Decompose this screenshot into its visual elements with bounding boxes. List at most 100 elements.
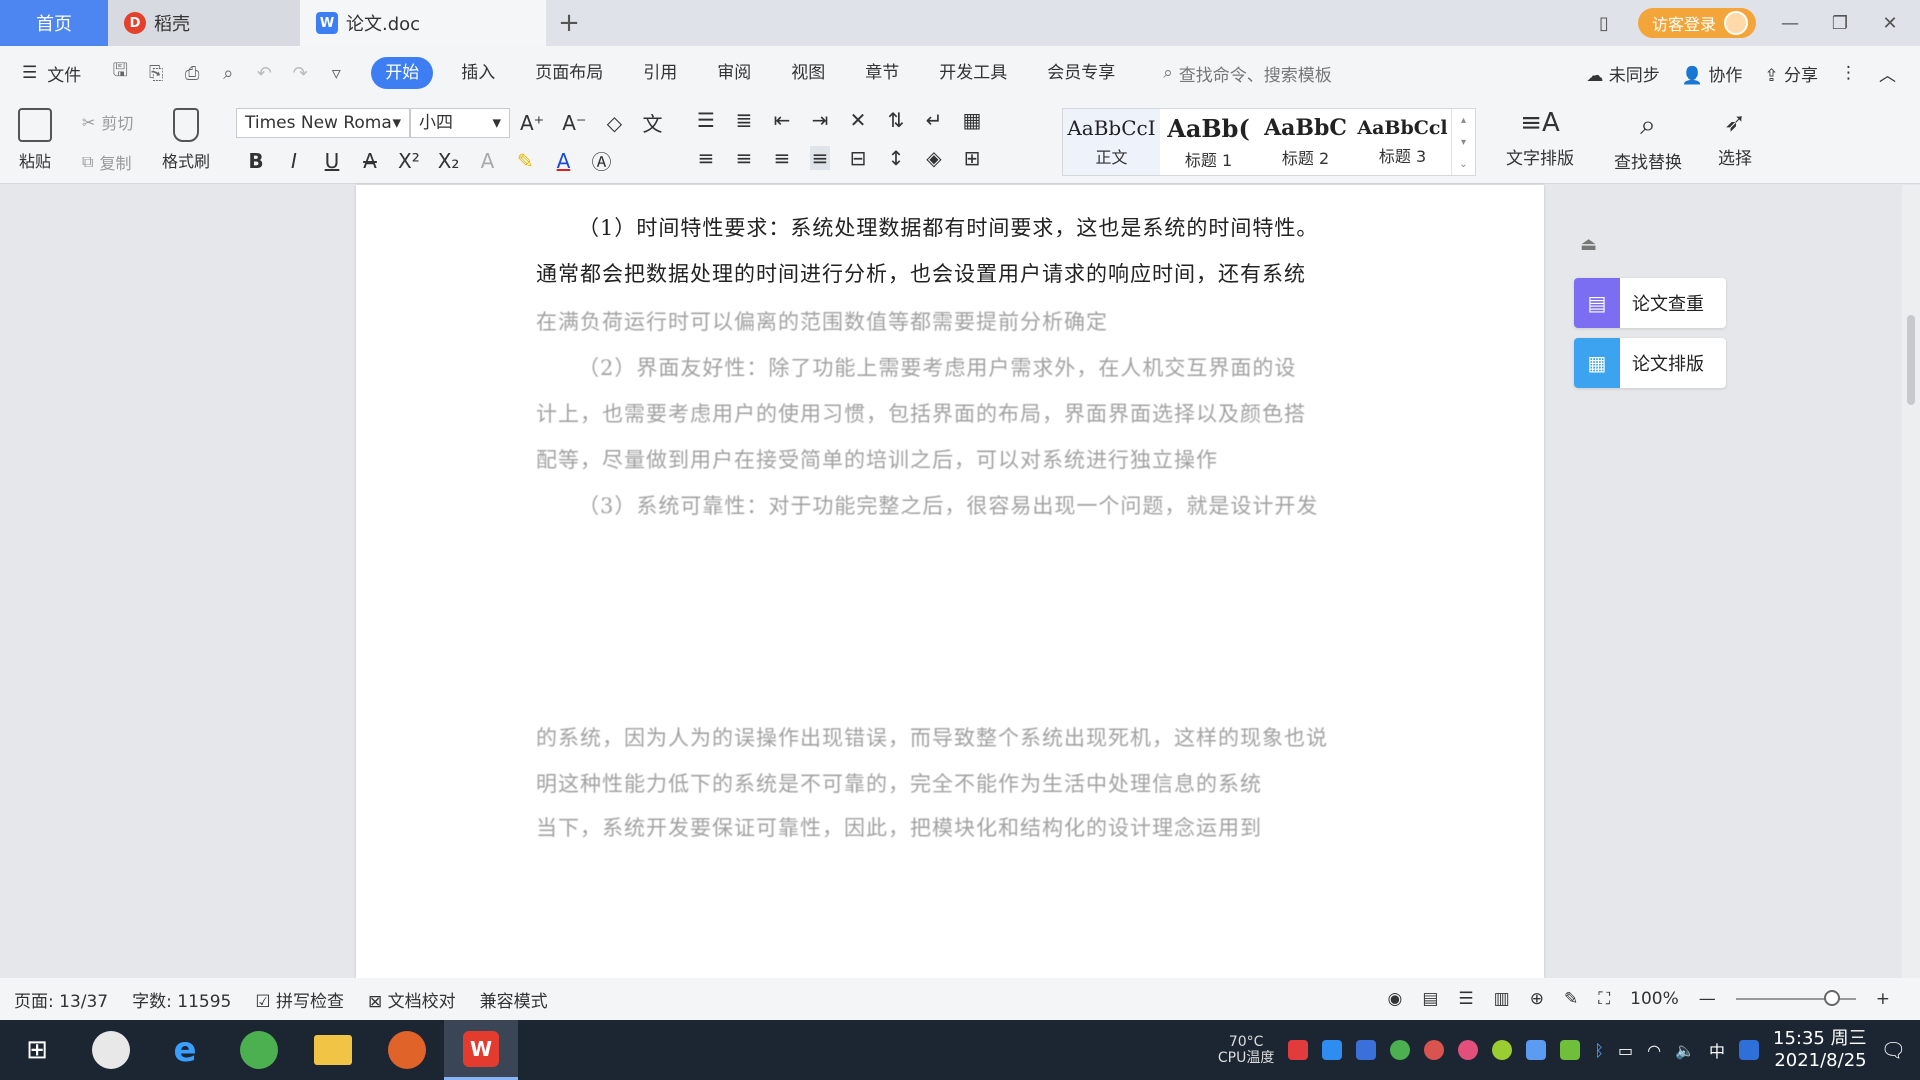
- share-button[interactable]: ⇪ 分享: [1764, 61, 1818, 86]
- close-button[interactable]: ✕: [1874, 13, 1906, 34]
- wifi-icon[interactable]: ◠: [1647, 1041, 1661, 1060]
- clock[interactable]: 15:35 周三 2021/8/25: [1773, 1028, 1867, 1072]
- taskbar-app-ie[interactable]: e: [148, 1020, 222, 1080]
- italic-icon[interactable]: I: [284, 149, 304, 173]
- panel-collapse-icon[interactable]: ⏏: [1580, 234, 1597, 255]
- volume-icon[interactable]: 🔈: [1675, 1041, 1695, 1060]
- sync-button[interactable]: ☁ 未同步: [1586, 61, 1659, 86]
- web-view-icon[interactable]: ⊕: [1530, 989, 1544, 1009]
- strikethrough-icon[interactable]: A: [360, 149, 380, 173]
- clear-format-icon[interactable]: ◇: [605, 111, 625, 135]
- distribute-icon[interactable]: ⊟: [848, 146, 868, 170]
- collaborate-button[interactable]: 👤 协作: [1682, 61, 1743, 86]
- char-border-icon[interactable]: Ⓐ: [591, 146, 611, 175]
- tab-page-layout[interactable]: 页面布局: [515, 57, 623, 89]
- zoom-out-icon[interactable]: —: [1699, 989, 1716, 1009]
- align-left-icon[interactable]: ≡: [696, 146, 716, 170]
- save-icon[interactable]: 🖫: [109, 60, 131, 84]
- start-button[interactable]: ⊞: [0, 1020, 74, 1080]
- tab-insert[interactable]: 插入: [441, 57, 515, 89]
- superscript-icon[interactable]: X²: [398, 149, 420, 173]
- tab-review[interactable]: 审阅: [697, 57, 771, 89]
- numbered-list-icon[interactable]: ≣: [734, 108, 754, 132]
- ime-indicator[interactable]: 中: [1709, 1038, 1725, 1062]
- bullet-list-icon[interactable]: ☰: [696, 108, 716, 132]
- page-indicator[interactable]: 页面: 13/37: [14, 987, 108, 1012]
- tray-app-icon[interactable]: [1492, 1040, 1513, 1060]
- nvidia-icon[interactable]: [1560, 1040, 1581, 1060]
- cpu-temperature[interactable]: 70°C CPU温度: [1218, 1034, 1274, 1066]
- style-normal[interactable]: AaBbCcI 正文: [1063, 109, 1160, 175]
- bold-icon[interactable]: B: [246, 149, 266, 173]
- ime-app-icon[interactable]: [1739, 1040, 1759, 1060]
- shading-icon[interactable]: ◈: [924, 146, 944, 170]
- word-count[interactable]: 字数: 11595: [132, 987, 231, 1012]
- write-mode-icon[interactable]: ✎: [1564, 989, 1578, 1009]
- style-heading-2[interactable]: AaBbC 标题 2: [1257, 109, 1354, 175]
- table-grid-icon[interactable]: ▦: [962, 108, 982, 132]
- redo-icon[interactable]: ↷: [289, 62, 311, 84]
- tray-app-icon[interactable]: [1526, 1040, 1547, 1060]
- align-center-icon[interactable]: ≡: [734, 146, 754, 170]
- highlight-icon[interactable]: ✎: [515, 149, 535, 173]
- font-size-select[interactable]: 小四 ▾: [410, 108, 510, 138]
- find-replace-button[interactable]: ⌕ 查找替换: [1614, 108, 1682, 173]
- paper-check-button[interactable]: ▤ 论文查重: [1574, 278, 1726, 328]
- style-heading-3[interactable]: AaBbCcl 标题 3: [1354, 109, 1451, 175]
- underline-icon[interactable]: U: [322, 149, 342, 173]
- eye-icon[interactable]: ◉: [1388, 989, 1403, 1009]
- new-tab-button[interactable]: +: [546, 0, 592, 46]
- chinese-layout-icon[interactable]: ✕: [848, 108, 868, 132]
- taskbar-app-wps[interactable]: W: [444, 1020, 518, 1080]
- doc-proof-button[interactable]: ⊠ 文档校对: [368, 987, 456, 1012]
- tray-app-icon[interactable]: [1424, 1040, 1445, 1060]
- tray-app-icon[interactable]: [1288, 1040, 1309, 1060]
- customize-chevron-icon[interactable]: ▿: [325, 62, 347, 84]
- tab-start[interactable]: 开始: [371, 57, 434, 89]
- tab-document[interactable]: W 论文.doc: [300, 0, 546, 46]
- paste-button[interactable]: 粘贴: [18, 108, 52, 172]
- vertical-scrollbar[interactable]: [1902, 185, 1920, 978]
- tab-chapter[interactable]: 章节: [845, 57, 919, 89]
- minimize-button[interactable]: —: [1774, 13, 1806, 34]
- phonetic-icon[interactable]: 文: [643, 108, 663, 137]
- font-family-select[interactable]: Times New Roma ▾: [236, 108, 410, 138]
- line-spacing-icon[interactable]: ↕: [886, 146, 906, 170]
- show-marks-icon[interactable]: ↵: [924, 108, 944, 132]
- print-preview-icon[interactable]: ⌕: [217, 62, 239, 84]
- style-gallery-scroll[interactable]: ▴ ▾ ⌄: [1451, 109, 1475, 175]
- notification-icon[interactable]: 🗨: [1881, 1038, 1906, 1062]
- tray-app-icon[interactable]: [1458, 1040, 1479, 1060]
- align-right-icon[interactable]: ≡: [772, 146, 792, 170]
- text-effect-icon[interactable]: A: [477, 149, 497, 173]
- style-heading-1[interactable]: AaBb( 标题 1: [1160, 109, 1257, 175]
- fit-page-icon[interactable]: ⛶: [1598, 989, 1610, 1009]
- sort-icon[interactable]: ⇅: [886, 108, 906, 132]
- layout-toggle-icon[interactable]: ▯: [1588, 13, 1620, 34]
- paper-layout-button[interactable]: ▦ 论文排版: [1574, 338, 1726, 388]
- select-button[interactable]: ➶ 选择: [1718, 108, 1752, 169]
- format-painter-button[interactable]: 格式刷: [162, 108, 210, 172]
- tab-references[interactable]: 引用: [623, 57, 697, 89]
- zoom-level[interactable]: 100%: [1630, 989, 1679, 1009]
- more-icon[interactable]: ⋮: [1840, 63, 1857, 83]
- bluetooth-icon[interactable]: ᛒ: [1594, 1041, 1604, 1060]
- page-view-icon[interactable]: ▤: [1422, 989, 1438, 1009]
- decrease-indent-icon[interactable]: ⇤: [772, 108, 792, 132]
- outline-view-icon[interactable]: ☰: [1458, 989, 1473, 1009]
- collapse-ribbon-icon[interactable]: ︿: [1879, 61, 1896, 86]
- shrink-font-icon[interactable]: A⁻: [562, 111, 586, 135]
- shield-icon[interactable]: [1356, 1040, 1377, 1060]
- border-icon[interactable]: ⊞: [962, 146, 982, 170]
- undo-icon[interactable]: ↶: [253, 62, 275, 84]
- taskbar-app-fan[interactable]: [74, 1020, 148, 1080]
- scrollbar-thumb[interactable]: [1907, 315, 1915, 405]
- text-layout-button[interactable]: ≡A 文字排版: [1506, 108, 1574, 169]
- grow-font-icon[interactable]: A⁺: [520, 111, 544, 135]
- print-icon[interactable]: ⎙: [181, 62, 203, 84]
- font-color-icon[interactable]: A: [553, 149, 573, 173]
- spell-check-button[interactable]: ☑ 拼写检查: [255, 987, 344, 1012]
- tab-developer[interactable]: 开发工具: [919, 57, 1027, 89]
- tab-view[interactable]: 视图: [771, 57, 845, 89]
- zoom-slider-handle[interactable]: [1823, 990, 1840, 1006]
